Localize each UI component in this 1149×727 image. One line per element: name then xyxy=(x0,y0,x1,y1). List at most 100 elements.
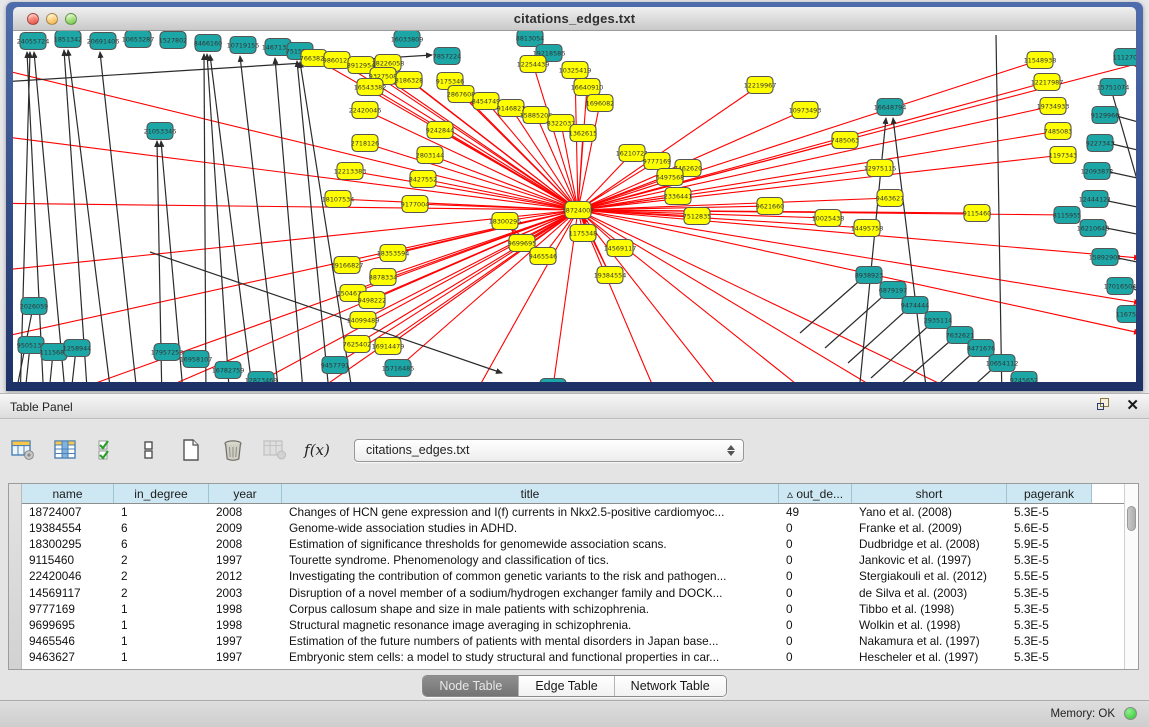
svg-text:9175346: 9175346 xyxy=(436,77,464,85)
memory-status-label: Memory: OK xyxy=(1050,708,1115,720)
table-row[interactable]: 1938455462009Genome-wide association stu… xyxy=(22,520,1124,536)
table-toolbar: f(x) citations_edges.txt xyxy=(10,432,744,468)
column-header-short[interactable]: short xyxy=(852,484,1007,503)
application-window: citations_edges.txt 24055724185134220691… xyxy=(0,0,1149,727)
tab-node-table[interactable]: Node Table xyxy=(423,676,519,696)
svg-text:18724007: 18724007 xyxy=(562,206,595,214)
svg-text:7857224: 7857224 xyxy=(433,52,461,60)
scrollbar-thumb[interactable] xyxy=(1127,506,1136,531)
node-table: namein_degreeyeartitle▵ out_de...shortpa… xyxy=(8,483,1139,670)
svg-text:14569117: 14569117 xyxy=(604,244,637,252)
table-cell: 5.6E-5 xyxy=(1007,520,1092,536)
table-row[interactable]: 977716911998Corpus callosum shape and si… xyxy=(22,601,1124,617)
column-header-year[interactable]: year xyxy=(209,484,282,503)
dropdown-stepper-icon xyxy=(726,443,736,459)
table-cell: Stergiakouli et al. (2012) xyxy=(852,568,1007,584)
table-cell: 5.3E-5 xyxy=(1007,617,1092,633)
svg-text:9621660: 9621660 xyxy=(756,202,784,210)
svg-text:7485083: 7485083 xyxy=(1044,127,1072,135)
table-cell: 0 xyxy=(779,520,852,536)
show-columns-icon[interactable] xyxy=(52,437,78,463)
svg-text:2026059: 2026059 xyxy=(20,302,48,310)
import-table-icon-disabled xyxy=(262,437,288,463)
svg-text:9115460: 9115460 xyxy=(963,209,991,217)
table-cell: 0 xyxy=(779,649,852,665)
table-cell: 9777169 xyxy=(22,601,114,617)
table-cell: 6 xyxy=(114,536,209,552)
svg-text:18107534: 18107534 xyxy=(322,195,355,203)
svg-text:15885206: 15885206 xyxy=(520,111,553,119)
table-cell: 2012 xyxy=(209,568,282,584)
svg-text:8115955: 8115955 xyxy=(1053,211,1081,219)
table-row[interactable]: 946554611997Estimation of the future num… xyxy=(22,633,1124,649)
table-row[interactable]: 911546021997Tourette syndrome. Phenomeno… xyxy=(22,552,1124,568)
table-settings-icon[interactable] xyxy=(10,437,36,463)
float-panel-icon[interactable] xyxy=(1097,398,1112,413)
svg-text:10654112: 10654112 xyxy=(986,359,1019,367)
table-cell: 9465546 xyxy=(22,633,114,649)
table-cell: 9699695 xyxy=(22,617,114,633)
table-row[interactable]: 1456911722003Disruption of a novel membe… xyxy=(22,584,1124,600)
table-row[interactable]: 946362711997Embryonic stem cells: a mode… xyxy=(22,649,1124,665)
network-window-titlebar[interactable]: citations_edges.txt xyxy=(13,7,1136,31)
svg-text:19384554: 19384554 xyxy=(594,271,627,279)
table-cell: de Silva et al. (2003) xyxy=(852,584,1007,600)
svg-text:1362615: 1362615 xyxy=(569,129,597,137)
svg-text:10025438: 10025438 xyxy=(812,214,845,222)
table-cell: Estimation of significance thresholds fo… xyxy=(282,536,779,552)
svg-text:16640910: 16640910 xyxy=(571,83,604,91)
table-cell: Investigating the contribution of common… xyxy=(282,568,779,584)
network-canvas[interactable]: 2405572418513422069140610653287152780284… xyxy=(13,31,1136,382)
svg-text:15892901: 15892901 xyxy=(1089,253,1122,261)
table-row[interactable]: 1872400712008Changes of HCN gene express… xyxy=(22,504,1124,520)
tab-edge-table[interactable]: Edge Table xyxy=(519,676,614,696)
table-cell: Jankovic et al. (1997) xyxy=(852,552,1007,568)
tab-network-table[interactable]: Network Table xyxy=(615,676,726,696)
table-panel-header: Table Panel ✕ xyxy=(0,393,1149,419)
table-cell: 1997 xyxy=(209,633,282,649)
svg-text:2718126: 2718126 xyxy=(351,139,379,147)
svg-text:9498222: 9498222 xyxy=(358,296,386,304)
svg-text:1167533: 1167533 xyxy=(1116,310,1136,318)
svg-text:15716485: 15716485 xyxy=(382,364,415,372)
svg-text:10973493: 10973493 xyxy=(789,106,822,114)
table-header-row: namein_degreeyeartitle▵ out_de...shortpa… xyxy=(22,484,1124,504)
table-vertical-scrollbar[interactable] xyxy=(1124,484,1138,669)
select-attributes-icon[interactable] xyxy=(94,437,120,463)
table-row[interactable]: 969969511998Structural magnetic resonanc… xyxy=(22,617,1124,633)
network-view-window[interactable]: citations_edges.txt 24055724185134220691… xyxy=(6,2,1143,391)
table-row[interactable]: 2242004622012Investigating the contribut… xyxy=(22,568,1124,584)
svg-text:12444121: 12444121 xyxy=(1079,195,1112,203)
citation-network-graph[interactable]: 2405572418513422069140610653287152780284… xyxy=(13,31,1136,382)
new-table-icon[interactable] xyxy=(178,437,204,463)
table-cell: 49 xyxy=(779,504,852,520)
svg-text:8813054: 8813054 xyxy=(516,34,544,42)
column-header-title[interactable]: title xyxy=(282,484,779,503)
table-cell: 1997 xyxy=(209,552,282,568)
column-header-filler xyxy=(1092,484,1124,503)
svg-text:12213383: 12213383 xyxy=(334,167,367,175)
column-header-out_de[interactable]: ▵ out_de... xyxy=(779,484,852,503)
table-cell: Tibbo et al. (1998) xyxy=(852,601,1007,617)
table-cell: 2008 xyxy=(209,536,282,552)
svg-text:7625402: 7625402 xyxy=(343,340,371,348)
table-cell: 2008 xyxy=(209,504,282,520)
svg-text:16782759: 16782759 xyxy=(212,366,245,374)
table-cell: 9463627 xyxy=(22,649,114,665)
svg-text:9699695: 9699695 xyxy=(508,239,536,247)
column-header-name[interactable]: name xyxy=(22,484,114,503)
table-selector-dropdown[interactable]: citations_edges.txt xyxy=(354,439,744,462)
column-header-in_degree[interactable]: in_degree xyxy=(114,484,209,503)
delete-table-icon[interactable] xyxy=(220,437,246,463)
table-cell: 0 xyxy=(779,568,852,584)
table-row[interactable]: 1830029562008Estimation of significance … xyxy=(22,536,1124,552)
table-cell: 2 xyxy=(114,552,209,568)
svg-text:7632621: 7632621 xyxy=(946,331,974,339)
row-height-icon[interactable] xyxy=(136,437,162,463)
table-cell: 19384554 xyxy=(22,520,114,536)
svg-text:14099489: 14099489 xyxy=(347,316,380,324)
column-header-pagerank[interactable]: pagerank xyxy=(1007,484,1092,503)
close-panel-icon[interactable]: ✕ xyxy=(1126,398,1139,413)
svg-text:7512835: 7512835 xyxy=(683,212,711,220)
function-builder-icon[interactable]: f(x) xyxy=(304,437,330,463)
